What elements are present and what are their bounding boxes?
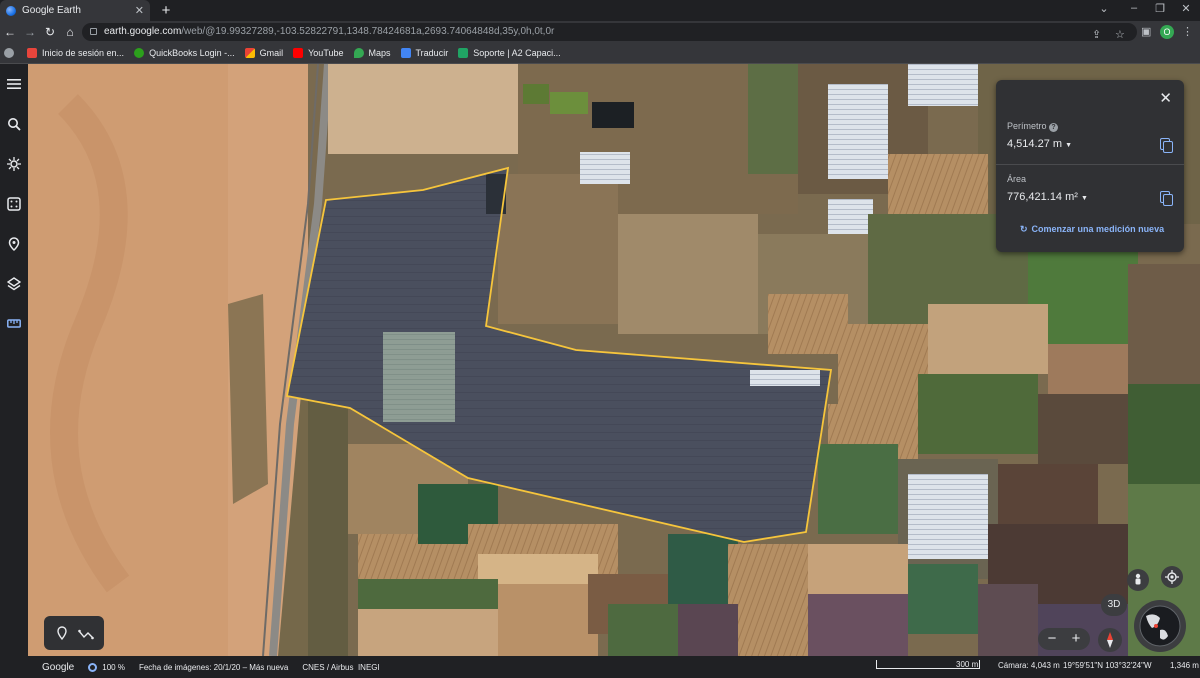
compass-icon[interactable] (1098, 628, 1122, 652)
maps-icon (353, 48, 364, 58)
camera-altitude: Cámara: 4,043 m (998, 661, 1060, 670)
url-path: /web/@19.99327289,-103.52822791,1348.784… (181, 26, 555, 37)
perimeter-value[interactable]: 4,514.27 m ▼ (1007, 138, 1072, 150)
chevron-down-icon: ▼ (1081, 195, 1088, 202)
tab-close-icon[interactable]: ✕ (135, 4, 144, 17)
tab-strip: Google Earth ✕ + ⌄ – ❐ ✕ (0, 0, 1200, 21)
zoom-in-button[interactable]: + (1064, 628, 1088, 650)
refresh-icon: ↻ (1020, 224, 1028, 234)
panel-divider (996, 164, 1184, 165)
path-line-icon[interactable] (78, 627, 94, 645)
scale-label: 300 m (956, 660, 979, 669)
voyager-icon[interactable] (4, 154, 24, 174)
profile-avatar[interactable]: O (1160, 25, 1174, 39)
tab-title: Google Earth (22, 5, 81, 16)
bookmark-item[interactable]: Inicio de sesión en... (27, 48, 124, 58)
pegman-street-view-icon[interactable] (1127, 569, 1149, 591)
bookmark-item[interactable]: Gmail (244, 48, 283, 58)
home-button[interactable]: ⌂ (62, 24, 78, 40)
bookmark-item[interactable]: QuickBooks Login -... (134, 48, 235, 58)
search-icon[interactable] (4, 114, 24, 134)
measurement-panel: ✕ Perímetro ? 4,514.27 m ▼ Área 776,421.… (996, 80, 1184, 252)
copy-perimeter-icon[interactable] (1160, 138, 1173, 153)
mini-globe[interactable] (1134, 600, 1186, 652)
zoom-out-button[interactable]: − (1040, 628, 1064, 650)
window-close-button[interactable]: ✕ (1178, 2, 1194, 15)
zoom-level: 100 % (102, 662, 125, 672)
help-icon[interactable]: ? (1049, 123, 1059, 132)
copy-area-icon[interactable] (1160, 191, 1173, 206)
url-host: earth.google.com (104, 26, 182, 37)
bookmark-item[interactable]: YouTube (293, 48, 344, 58)
side-panel-icon[interactable]: ▣ (1141, 25, 1151, 38)
google-logo: Google (42, 661, 75, 673)
new-measurement-button[interactable]: ↻ Comenzar una medición nueva (1020, 224, 1164, 235)
bookmark-star-icon[interactable]: ☆ (1115, 26, 1125, 44)
tab-google-earth[interactable]: Google Earth ✕ (0, 0, 150, 21)
forward-button[interactable]: → (22, 24, 38, 40)
browser-toolbar: ← → ↻ ⌂ earth.google.com/web/@19.9932728… (0, 21, 1200, 43)
lock-icon (90, 28, 97, 35)
drawing-tools-card (44, 616, 104, 650)
zoom-controls: − + (1038, 628, 1090, 650)
reload-button[interactable]: ↻ (42, 24, 58, 40)
translate-icon (400, 48, 411, 58)
menu-hamburger-icon[interactable] (4, 74, 24, 94)
bookmark-item[interactable]: Soporte | A2 Capaci... (458, 48, 561, 58)
tab-search-icon[interactable]: ⌄ (1096, 2, 1112, 15)
apps-icon[interactable] (4, 48, 19, 58)
close-measurement-icon[interactable]: ✕ (1159, 89, 1172, 107)
status-bar: Google 100 % Fecha de imágenes: 20/1/20 … (28, 656, 1200, 678)
elevation: 1,346 m (1170, 661, 1199, 670)
quickbooks-icon (134, 48, 145, 58)
minimize-button[interactable]: – (1126, 2, 1142, 14)
coordinates: 19°59'51"N 103°32'24"W (1063, 661, 1152, 670)
area-label: Área (1007, 174, 1027, 184)
measure-ruler-icon[interactable] (4, 314, 24, 334)
earth-side-rail (0, 64, 28, 678)
intuit-icon (27, 48, 37, 58)
perimeter-label: Perímetro ? (1007, 121, 1059, 132)
my-location-icon[interactable] (1161, 566, 1183, 588)
maximize-button[interactable]: ❐ (1152, 2, 1168, 15)
map-style-layers-icon[interactable] (4, 274, 24, 294)
share-icon[interactable]: ⇪ (1092, 26, 1101, 44)
3d-toggle-button[interactable]: 3D (1101, 594, 1127, 616)
bookmarks-bar: Inicio de sesión en... QuickBooks Login … (0, 43, 1200, 64)
area-value[interactable]: 776,421.14 m² ▼ (1007, 191, 1088, 203)
place-pin-icon[interactable] (56, 626, 68, 645)
google-earth-favicon-icon (6, 5, 16, 16)
new-tab-button[interactable]: + (158, 2, 174, 19)
bookmark-item[interactable]: Maps (353, 48, 391, 58)
attribution[interactable]: CNES / Airbus INEGI (302, 663, 379, 672)
youtube-icon (293, 48, 304, 58)
address-bar[interactable]: earth.google.com/web/@19.99327289,-103.5… (82, 23, 1137, 41)
gmail-icon (244, 48, 255, 58)
a2-icon (458, 48, 469, 58)
back-button[interactable]: ← (2, 24, 18, 40)
feeling-lucky-dice-icon[interactable] (4, 194, 24, 214)
chevron-down-icon: ▼ (1065, 142, 1073, 149)
zoom-indicator-icon (88, 662, 98, 672)
bookmark-item[interactable]: Traducir (400, 48, 448, 58)
menu-kebab-icon[interactable]: ⋮ (1182, 25, 1193, 38)
projects-icon[interactable] (4, 234, 24, 254)
imagery-date[interactable]: Fecha de imágenes: 20/1/20 – Más nueva (139, 663, 288, 672)
